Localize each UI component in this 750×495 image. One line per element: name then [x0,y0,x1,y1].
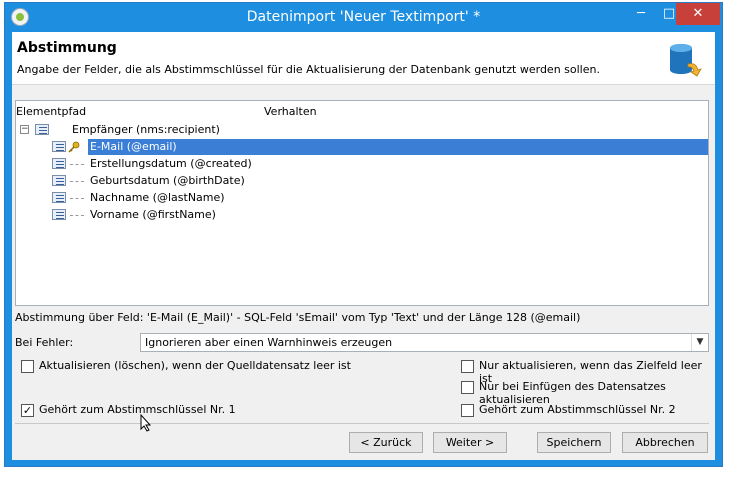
error-label: Bei Fehler: [15,336,74,349]
chevron-down-icon[interactable]: ▼ [691,334,708,351]
key1-checkbox[interactable]: ✓ [21,404,34,417]
close-button[interactable]: ✕ [676,3,720,25]
column-header-path[interactable]: Elementpfad [16,105,86,118]
error-behavior-value: Ignorieren aber einen Warnhinweis erzeug… [145,336,393,349]
database-sync-icon [670,44,702,77]
key2-label[interactable]: Gehört zum Abstimmschlüssel Nr. 2 [479,403,676,416]
cancel-button[interactable]: Abbrechen [622,432,708,453]
wizard-header: Abstimmung Angabe der Felder, die als Ab… [12,32,715,85]
tree-item-firstname[interactable]: Vorname (@firstName) [90,207,216,223]
next-button[interactable]: Weiter > [433,432,507,453]
page-title: Abstimmung [17,40,117,56]
list-icon [52,158,66,169]
save-button[interactable]: Speichern [537,432,611,453]
mouse-cursor-icon [140,414,152,432]
tree-connector [70,215,84,216]
tree-root-label[interactable]: Empfänger (nms:recipient) [72,122,220,138]
error-behavior-select[interactable]: Ignorieren aber einen Warnhinweis erzeug… [140,333,709,352]
collapse-icon[interactable]: − [20,125,29,134]
update-empty-checkbox[interactable] [21,360,34,373]
list-icon [35,124,49,135]
update-empty-label[interactable]: Aktualisieren (löschen), wenn der Quelld… [39,359,351,372]
list-icon [52,209,66,220]
window-title: Datenimport 'Neuer Textimport' * [246,9,481,25]
key2-checkbox[interactable] [461,404,474,417]
column-header-behavior[interactable]: Verhalten [264,105,317,118]
list-icon [52,192,66,203]
minimize-button[interactable]: ─ [627,3,655,25]
tree-item-email[interactable]: E-Mail (@email) [88,139,708,155]
only-on-insert-checkbox[interactable] [461,381,474,394]
tree-connector [70,164,84,165]
divider [15,423,709,424]
tree-connector [70,181,84,182]
tree-item-created[interactable]: Erstellungsdatum (@created) [90,156,252,172]
page-subtitle: Angabe der Felder, die als Abstimmschlüs… [17,63,600,76]
field-info-text: Abstimmung über Feld: 'E-Mail (E_Mail)' … [15,311,581,324]
field-tree[interactable]: Elementpfad Verhalten − Empfänger (nms:r… [15,100,709,306]
back-button[interactable]: < Zurück [349,432,423,453]
key-icon [68,141,80,153]
list-icon [52,175,66,186]
tree-connector [70,198,84,199]
dialog-client: Abstimmung Angabe der Felder, die als Ab… [12,32,715,460]
list-icon [52,141,66,152]
title-bar[interactable]: Datenimport 'Neuer Textimport' * ─ □ ✕ [5,3,722,31]
tree-item-lastname[interactable]: Nachname (@lastName) [90,190,225,206]
key1-label[interactable]: Gehört zum Abstimmschlüssel Nr. 1 [39,403,236,416]
tree-item-birthdate[interactable]: Geburtsdatum (@birthDate) [90,173,245,189]
only-if-empty-checkbox[interactable] [461,360,474,373]
dialog-window: Datenimport 'Neuer Textimport' * ─ □ ✕ A… [4,2,723,467]
